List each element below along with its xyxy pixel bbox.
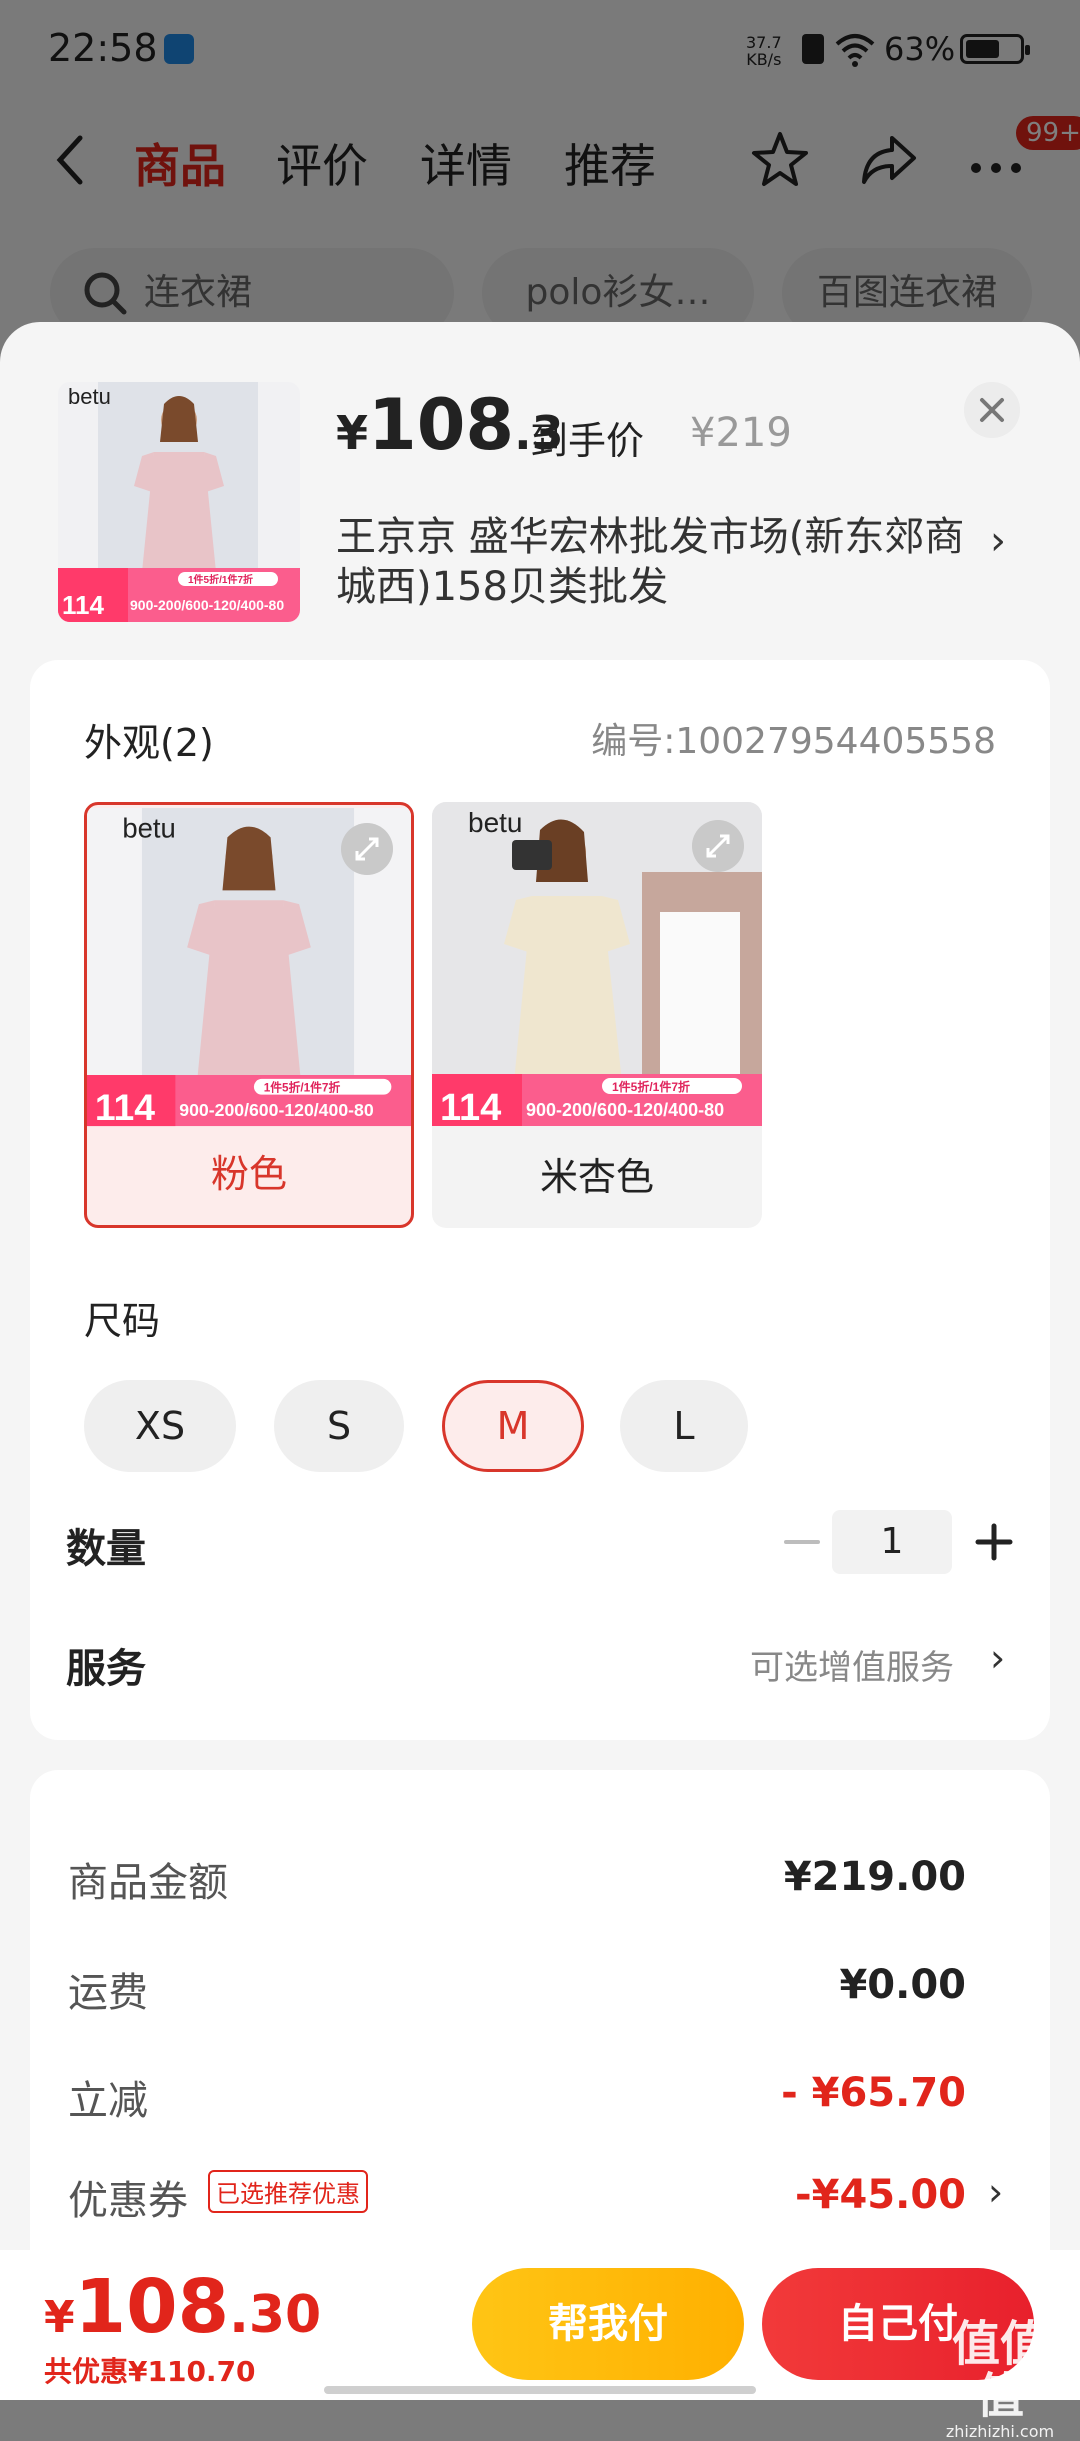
expand-icon[interactable] (341, 823, 393, 875)
sku-number: 编号:10027954405558 (591, 721, 996, 762)
chevron-right-icon[interactable]: › (988, 2170, 1003, 2214)
brand-logo: betu (122, 812, 176, 843)
size-option-m[interactable]: M (442, 1380, 584, 1472)
service-label: 服务 (66, 1646, 146, 1692)
original-price: ¥219 (690, 410, 792, 456)
promo-pill: 1件5折/1件7折 (264, 1081, 341, 1095)
product-thumbnail: betu 114 1件5折/1件7折 900-200/600-120/400-8… (58, 382, 300, 622)
discount-label: 立减 (68, 2078, 148, 2124)
promo-pill: 1件5折/1件7折 (188, 573, 253, 586)
total-price: ¥108.30 (44, 2264, 322, 2350)
promo-price: 114 (62, 590, 104, 620)
dress-image: betu 114 1件5折/1件7折 900-200/600-120/400-8… (58, 382, 300, 622)
home-indicator[interactable] (324, 2386, 756, 2394)
bottom-action-bar: ¥108.30 共优惠¥110.70 帮我付 自己付 (0, 2250, 1080, 2400)
options-card: 外观(2) 编号:10027954405558 betu 114 1件5折/1件… (30, 660, 1050, 1740)
background-page: 22:58 37.7 KB/s 63% 商品 评价 详情 推荐 (0, 0, 1080, 340)
quantity-stepper[interactable]: 1 (832, 1510, 952, 1574)
size-option-l[interactable]: L (620, 1380, 748, 1472)
sku-selection-sheet: betu 114 1件5折/1件7折 900-200/600-120/400-8… (0, 322, 1080, 2400)
promo-price: 114 (95, 1086, 155, 1128)
promo-range: 900-200/600-120/400-80 (179, 1100, 374, 1120)
service-option[interactable]: 可选增值服务 (750, 1640, 954, 1689)
variant-beige[interactable]: betu 114 1件5折/1件7折 900-200/600-120/400-8… (432, 802, 762, 1228)
coupon-label: 优惠券 (68, 2178, 188, 2224)
brand-logo: betu (468, 807, 523, 838)
quantity-label: 数量 (66, 1526, 146, 1572)
brand-logo: betu (68, 384, 111, 409)
appearance-title: 外观(2) (84, 721, 214, 765)
promo-price: 114 (440, 1087, 501, 1126)
seller-address[interactable]: 王京京 盛华宏林批发市场(新东郊商城西)158贝类批发 (336, 512, 986, 612)
coupon-value[interactable]: -¥45.00 (795, 2172, 966, 2218)
variant-pink[interactable]: betu 114 1件5折/1件7折 900-200/600-120/400-8… (84, 802, 414, 1228)
total-saving: 共优惠¥110.70 (44, 2355, 256, 2388)
promo-pill: 1件5折/1件7折 (612, 1079, 690, 1094)
goods-amount-label: 商品金额 (68, 1860, 228, 1906)
chevron-right-icon[interactable]: › (990, 1636, 1005, 1680)
size-option-xs[interactable]: XS (84, 1380, 236, 1472)
help-pay-button[interactable]: 帮我付 (472, 2268, 744, 2380)
plus-icon[interactable] (972, 1520, 1016, 1564)
variant-label: 粉色 (210, 1152, 287, 1196)
variant-label: 米杏色 (539, 1155, 654, 1199)
promo-range: 900-200/600-120/400-80 (526, 1100, 724, 1120)
size-title: 尺码 (84, 1299, 161, 1343)
watermark-logo: 值值值 zhizhizhi.com (945, 2316, 1055, 2441)
discount-value: - ¥65.70 (781, 2070, 966, 2116)
goods-amount-value: ¥219.00 (783, 1854, 966, 1900)
shipping-label: 运费 (68, 1970, 148, 2016)
promo-range: 900-200/600-120/400-80 (130, 597, 284, 613)
expand-icon[interactable] (692, 820, 744, 872)
chevron-right-icon[interactable]: › (990, 518, 1006, 564)
final-price-label: 到手价 (530, 419, 645, 463)
size-option-s[interactable]: S (274, 1380, 404, 1472)
minus-icon[interactable] (780, 1522, 824, 1562)
dim-overlay[interactable] (0, 0, 1080, 340)
close-icon[interactable] (964, 382, 1020, 438)
shipping-value: ¥0.00 (839, 1962, 966, 2008)
coupon-tag: 已选推荐优惠 (208, 2170, 368, 2213)
